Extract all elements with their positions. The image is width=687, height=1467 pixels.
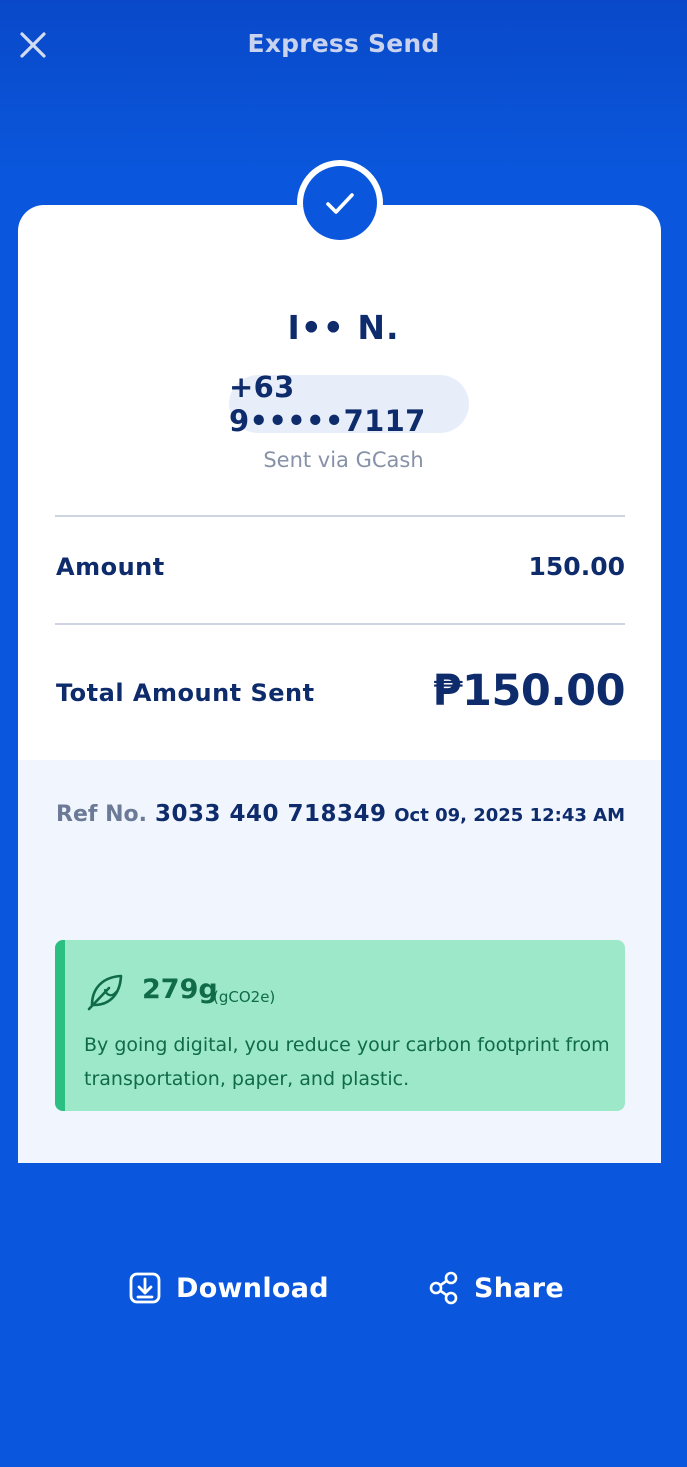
receipt-actions: Download Share (0, 1258, 687, 1318)
carbon-message: By going digital, you reduce your carbon… (84, 1034, 610, 1090)
ref-label: Ref No. (56, 802, 147, 827)
carbon-amount: 279g (142, 974, 218, 1005)
divider (55, 623, 625, 625)
eco-accent-bar (55, 940, 65, 1111)
download-label: Download (176, 1272, 329, 1304)
check-icon (326, 193, 354, 214)
success-badge (297, 160, 383, 246)
total-value: ₱150.00 (432, 666, 626, 716)
recipient-name: I•• N. (287, 308, 400, 347)
amount-label: Amount (56, 553, 165, 581)
carbon-unit: (gCO2e) (213, 988, 276, 1006)
recipient-phone: +63 9•••••7117 (229, 370, 426, 438)
receipt-screen: Express Send I•• N. +63 9•••••7117 Sent … (0, 0, 687, 1467)
receipt-zigzag-edge (18, 1150, 661, 1158)
ref-number: 3033 440 718349 (155, 801, 387, 827)
download-button[interactable]: Download (128, 1258, 329, 1318)
share-button[interactable]: Share (428, 1258, 564, 1318)
carbon-footprint-card: 279g (gCO2e) By going digital, you reduc… (55, 940, 625, 1111)
leaf-icon (87, 974, 123, 1011)
share-icon (429, 1271, 458, 1305)
amount-value: 150.00 (528, 552, 625, 581)
transaction-date: Oct 09, 2025 12:43 AM (394, 805, 625, 826)
share-label: Share (474, 1272, 565, 1304)
divider (55, 515, 625, 517)
total-label: Total Amount Sent (56, 679, 315, 707)
recipient-phone-pill: +63 9•••••7117 (229, 370, 469, 438)
top-bar: Express Send (0, 0, 687, 95)
download-icon (129, 1272, 161, 1304)
page-title: Express Send (247, 29, 440, 58)
sent-via-label: Sent via GCash (263, 448, 424, 472)
